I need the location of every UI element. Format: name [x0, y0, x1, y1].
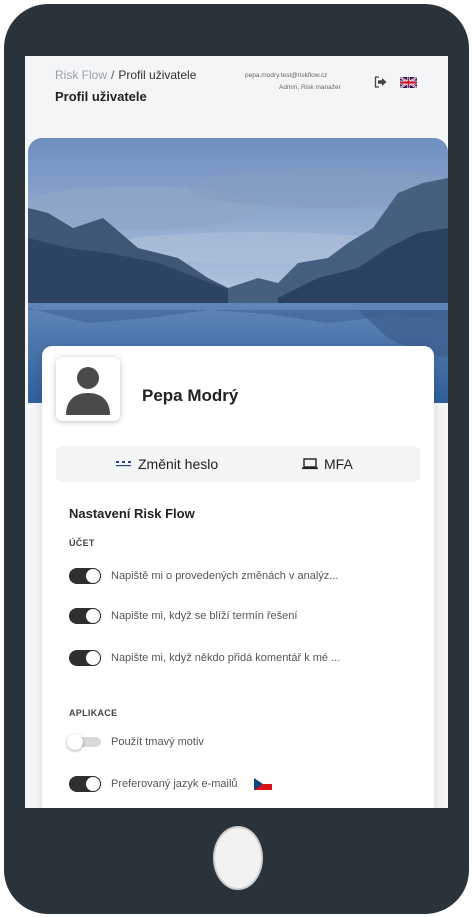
user-role: Admin, Risk manažer [279, 84, 341, 91]
user-email: pepa.modry.test@riskflow.cz [245, 72, 328, 79]
change-password-button[interactable]: Změnit heslo [116, 446, 218, 482]
password-dots-icon [116, 461, 131, 467]
setting-row-email-language: Preferovaný jazyk e-mailů [69, 774, 272, 794]
page-title: Profil uživatele [55, 89, 147, 104]
user-name: Pepa Modrý [142, 386, 239, 405]
account-section-label: ÚČET [69, 538, 95, 548]
breadcrumb-current: Profil uživatele [118, 68, 197, 82]
cz-flag-icon[interactable] [253, 778, 272, 790]
profile-card: Pepa Modrý Změnit heslo MFA Nastavení Ri… [42, 346, 434, 808]
app-screen: Risk Flow / Profil uživatele Profil uživat… [25, 56, 448, 808]
mfa-button[interactable]: MFA [302, 446, 353, 482]
mfa-label: MFA [324, 456, 353, 472]
home-button[interactable] [213, 826, 263, 890]
setting-label: Preferovaný jazyk e-mailů [111, 778, 238, 790]
settings-title: Nastavení Risk Flow [69, 506, 195, 521]
user-avatar-icon[interactable] [56, 357, 120, 421]
laptop-icon [302, 458, 318, 470]
breadcrumb-root-link[interactable]: Risk Flow [55, 68, 107, 82]
breadcrumb-separator: / [111, 68, 115, 82]
top-bar: Risk Flow / Profil uživatele Profil uživat… [25, 56, 448, 138]
setting-label: Napište mi, když se blíží termín řešení [111, 610, 298, 622]
analysis-changes-toggle[interactable] [69, 568, 101, 584]
deadline-toggle[interactable] [69, 608, 101, 624]
setting-row-comments: Napište mi, když někdo přidá komentář k … [69, 648, 340, 668]
dark-theme-toggle[interactable] [67, 734, 101, 750]
uk-flag-icon[interactable] [400, 77, 417, 88]
email-language-toggle[interactable] [69, 776, 101, 792]
comments-toggle[interactable] [69, 650, 101, 666]
app-section-label: APLIKACE [69, 708, 118, 718]
setting-label: Použít tmavý motiv [111, 736, 204, 748]
setting-label: Napište mi, když někdo přidá komentář k … [111, 652, 341, 664]
setting-row-analysis-changes: Napiště mi o provedených změnách v analý… [69, 566, 338, 586]
phone-mockup: Risk Flow / Profil uživatele Profil uživat… [0, 0, 473, 917]
setting-row-dark-theme: Použít tmavý motiv [67, 732, 204, 752]
logout-icon[interactable] [374, 76, 388, 88]
profile-actions-bar: Změnit heslo MFA [56, 446, 420, 482]
setting-row-deadline: Napište mi, když se blíží termín řešení [69, 606, 297, 626]
setting-label: Napiště mi o provedených změnách v analý… [111, 570, 339, 582]
breadcrumb: Risk Flow / Profil uživatele [55, 68, 196, 82]
change-password-label: Změnit heslo [138, 456, 219, 472]
